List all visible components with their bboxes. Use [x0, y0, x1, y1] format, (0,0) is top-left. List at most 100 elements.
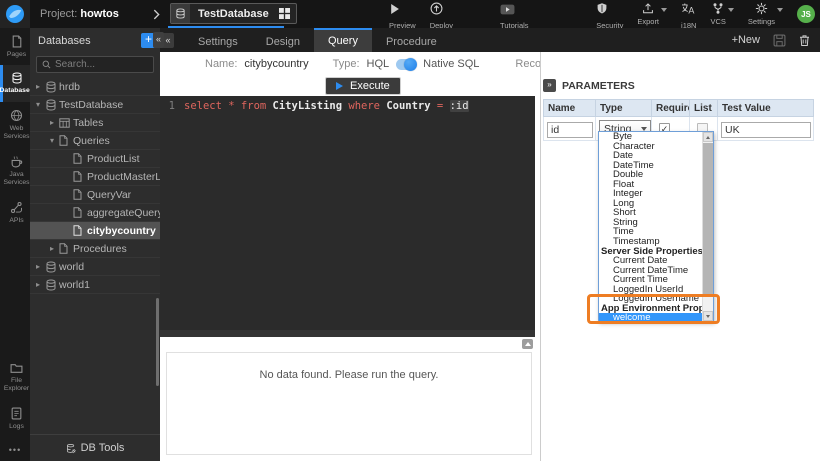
type-toggle[interactable]	[396, 59, 416, 70]
topbar-action-label: Export	[637, 17, 659, 26]
user-avatar[interactable]: JS	[797, 5, 815, 23]
folder-icon	[10, 363, 23, 374]
tree-item-aggregatequery[interactable]: aggregateQuery	[30, 204, 160, 222]
scroll-down-icon[interactable]	[703, 311, 713, 321]
chevron-collapsed-icon[interactable]: ▸	[50, 244, 59, 253]
column-header-name: Name	[544, 100, 596, 117]
chevron-down-icon	[728, 8, 734, 12]
db-tools-button[interactable]: DB Tools	[30, 434, 160, 461]
project-breadcrumb: Project: howtos	[40, 8, 119, 20]
tree-item-world[interactable]: ▸world	[30, 258, 160, 276]
trash-icon[interactable]	[799, 34, 810, 47]
tree-item-productlist[interactable]: ProductList	[30, 150, 160, 168]
more-options-button[interactable]: •••	[0, 437, 30, 461]
sidebar-item-pages[interactable]: Pages	[0, 28, 30, 65]
file-icon	[59, 135, 72, 146]
tree-item-hrdb[interactable]: ▸hrdb	[30, 78, 160, 96]
database-tree: ▸hrdb▾TestDatabase▸Tables▾QueriesProduct…	[30, 78, 160, 434]
line-number: 1	[160, 100, 184, 112]
dropdown-option-long[interactable]: Long	[599, 199, 702, 209]
chevron-expanded-icon[interactable]: ▾	[36, 100, 45, 109]
tab-procedure[interactable]: Procedure	[372, 28, 451, 52]
db-tools-icon	[66, 443, 76, 454]
tree-item-productmasterlist[interactable]: ProductMasterList	[30, 168, 160, 186]
tab-settings[interactable]: Settings	[184, 28, 252, 52]
dropdown-option-loggedin-userid[interactable]: LoggedIn UserId	[599, 285, 702, 295]
test-value-input[interactable]	[721, 122, 811, 138]
tree-item-queryvar[interactable]: QueryVar	[30, 186, 160, 204]
dropdown-option-current-datetime[interactable]: Current DateTime	[599, 266, 702, 276]
left-rail: PagesDatabasesWeb ServicesJava Services A…	[0, 28, 30, 461]
type-option-hql[interactable]: HQL	[367, 58, 390, 70]
dropdown-option-byte[interactable]: Byte	[599, 132, 702, 142]
tree-scrollbar[interactable]	[156, 298, 159, 386]
sidebar-item-label: Logs	[9, 423, 24, 431]
dropdown-scrollbar[interactable]	[702, 132, 713, 321]
new-query-button[interactable]: +New	[732, 34, 760, 46]
shield-icon	[596, 2, 608, 15]
databases-panel-header: Databases + «	[30, 28, 160, 53]
tab-design[interactable]: Design	[252, 28, 314, 52]
sidebar-item-java-services[interactable]: Java Services	[0, 148, 30, 194]
type-dropdown-options: ByteCharacterDateDateTimeDoubleFloatInte…	[599, 132, 702, 321]
dropdown-option-timestamp[interactable]: Timestamp	[599, 237, 702, 247]
dropdown-option-loggedin-username[interactable]: LoggedIn Username	[599, 294, 702, 304]
type-option-nativesql[interactable]: Native SQL	[423, 58, 479, 70]
tree-item-procedures[interactable]: ▸Procedures	[30, 240, 160, 258]
dropdown-option-datetime[interactable]: DateTime	[599, 161, 702, 171]
tab-query[interactable]: Query	[314, 28, 372, 52]
grid-view-icon[interactable]	[279, 8, 290, 19]
dropdown-option-welcome[interactable]: welcome	[599, 313, 702, 323]
name-label: Name:	[205, 58, 237, 70]
scrollbar-thumb[interactable]	[703, 143, 713, 295]
chevron-collapsed-icon[interactable]: ▸	[36, 280, 45, 289]
no-data-panel: No data found. Please run the query.	[166, 352, 532, 455]
sidebar-item-databases[interactable]: Databases	[0, 65, 30, 101]
sidebar-item-file-explorer[interactable]: File Explorer	[0, 356, 30, 400]
tree-item-citybycountry[interactable]: citybycountry	[30, 222, 160, 240]
dropdown-option-date[interactable]: Date	[599, 151, 702, 161]
dropdown-option-current-date[interactable]: Current Date	[599, 256, 702, 266]
dropdown-option-current-time[interactable]: Current Time	[599, 275, 702, 285]
chevron-down-icon	[661, 8, 667, 12]
sidebar-item-label: APIs	[9, 217, 23, 225]
dropdown-option-integer[interactable]: Integer	[599, 189, 702, 199]
dropdown-option-float[interactable]: Float	[599, 180, 702, 190]
database-selector[interactable]: TestDatabase	[170, 3, 297, 24]
chevron-collapsed-icon[interactable]: ▸	[36, 82, 45, 91]
save-icon[interactable]	[773, 34, 786, 47]
database-icon	[171, 4, 190, 23]
sidebar-item-logs[interactable]: Logs	[0, 400, 30, 437]
tree-item-testdatabase[interactable]: ▾TestDatabase	[30, 96, 160, 114]
collapse-panel-button[interactable]: «	[153, 32, 164, 48]
execute-button[interactable]: Execute	[325, 77, 401, 95]
no-data-message: No data found. Please run the query.	[260, 369, 439, 381]
sql-token: Country	[386, 100, 437, 112]
tree-item-queries[interactable]: ▾Queries	[30, 132, 160, 150]
tree-item-tables[interactable]: ▸ Tables	[30, 114, 160, 132]
dropdown-option-time[interactable]: Time	[599, 227, 702, 237]
dropdown-option-short[interactable]: Short	[599, 208, 702, 218]
param-name-input[interactable]	[547, 122, 593, 138]
chevron-collapsed-icon[interactable]: ▸	[36, 262, 45, 271]
sql-editor[interactable]: 1 select * from CityListing where Countr…	[160, 96, 535, 337]
chevron-expanded-icon[interactable]: ▾	[50, 136, 59, 145]
dropdown-group-server-side-properties: Server Side Properties	[599, 247, 702, 257]
dropdown-option-character[interactable]: Character	[599, 142, 702, 152]
tree-item-world1[interactable]: ▸world1	[30, 276, 160, 294]
pages-icon	[11, 35, 23, 48]
editor-hscrollbar[interactable]	[160, 330, 535, 337]
app-logo[interactable]	[0, 0, 30, 28]
dropdown-option-string[interactable]: String	[599, 218, 702, 228]
collapse-results-button[interactable]	[522, 339, 533, 349]
topbar-action-label: VCS	[710, 17, 725, 26]
sidebar-item-web-services[interactable]: Web Services	[0, 102, 30, 148]
dropdown-option-double[interactable]: Double	[599, 170, 702, 180]
chevron-collapsed-icon[interactable]: ▸	[50, 118, 59, 127]
scroll-up-icon[interactable]	[703, 132, 713, 142]
search-input[interactable]	[55, 59, 148, 70]
sidebar-item-apis[interactable]: APIs	[0, 194, 30, 231]
tree-item-label: Tables	[73, 117, 103, 129]
wavemaker-logo-icon	[5, 4, 25, 24]
expand-parameters-button[interactable]: »	[543, 79, 556, 92]
